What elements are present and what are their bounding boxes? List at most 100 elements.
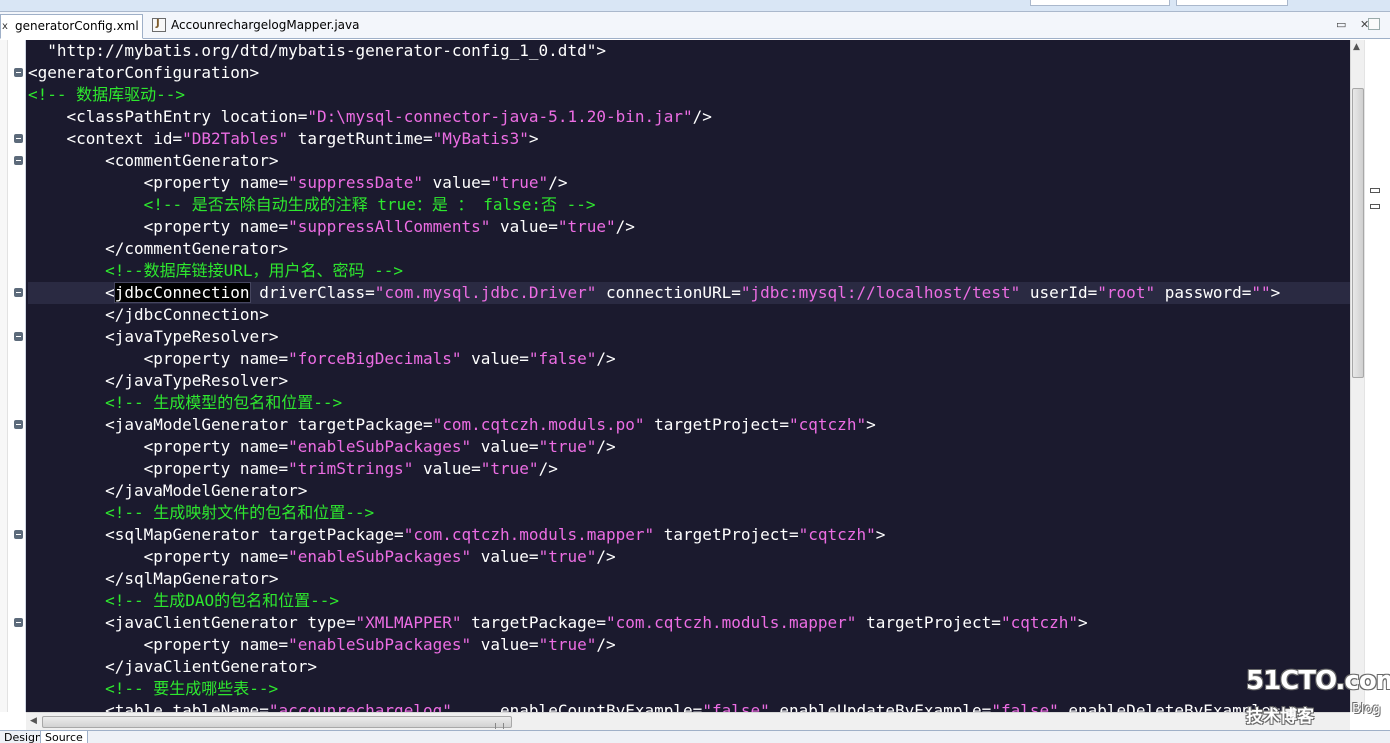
code-line[interactable]: <property name="suppressDate" value="tru… xyxy=(28,172,1350,194)
code-token: "true" xyxy=(490,173,549,192)
code-line[interactable]: <!-- 生成DAO的包名和位置--> xyxy=(28,590,1350,612)
code-line[interactable]: <commentGenerator> xyxy=(28,150,1350,172)
fold-toggle-icon[interactable] xyxy=(14,618,23,627)
code-line[interactable]: <!-- 生成映射文件的包名和位置--> xyxy=(28,502,1350,524)
overview-marker[interactable] xyxy=(1370,204,1380,209)
code-line[interactable]: </jdbcConnection> xyxy=(28,304,1350,326)
overview-ruler xyxy=(1364,40,1390,712)
code-token: <sqlMapGenerator xyxy=(28,525,260,544)
code-token: <property xyxy=(28,349,231,368)
code-token: name= xyxy=(230,173,289,192)
code-line[interactable]: <jdbcConnection driverClass="com.mysql.j… xyxy=(28,282,1350,304)
toolbar-field-2[interactable] xyxy=(1176,0,1288,6)
code-line[interactable]: <!-- 生成模型的包名和位置--> xyxy=(28,392,1350,414)
watermark: 51CTO.com 技术博客 Blog xyxy=(1240,662,1390,730)
code-token: "jdbc:mysql://localhost/test" xyxy=(740,283,1021,302)
code-token: < xyxy=(28,283,115,302)
code-token: </commentGenerator> xyxy=(28,239,289,258)
code-token: "D:\mysql-connector-java-5.1.20-bin.jar" xyxy=(307,107,693,126)
code-token: targetProject= xyxy=(856,613,1001,632)
tab-generatorconfig[interactable]: x generatorConfig.xml xyxy=(0,14,143,39)
horizontal-scroll-thumb[interactable] xyxy=(42,716,512,729)
code-line[interactable]: <property name="enableSubPackages" value… xyxy=(28,634,1350,656)
code-token: "accounrechargelog" xyxy=(268,701,452,712)
code-line[interactable]: </javaClientGenerator> xyxy=(28,656,1350,678)
code-area[interactable]: "http://mybatis.org/dtd/mybatis-generato… xyxy=(28,40,1350,712)
code-token: <table xyxy=(28,701,163,712)
code-line[interactable]: <javaTypeResolver> xyxy=(28,326,1350,348)
editor-mode-tabs: Design Source xyxy=(0,730,1390,743)
code-token: "cqtczh" xyxy=(1000,613,1078,632)
code-token: driverClass= xyxy=(249,283,375,302)
code-line[interactable]: <context id="DB2Tables" targetRuntime="M… xyxy=(28,128,1350,150)
fold-toggle-icon[interactable] xyxy=(14,332,23,341)
fold-toggle-icon[interactable] xyxy=(14,420,23,429)
code-token: "true" xyxy=(538,437,597,456)
code-token: connectionURL= xyxy=(596,283,741,302)
code-line[interactable]: <property name="suppressAllComments" val… xyxy=(28,216,1350,238)
scroll-up-icon[interactable]: ▲ xyxy=(1353,42,1360,52)
fold-toggle-icon[interactable] xyxy=(14,156,23,165)
code-line[interactable]: <generatorConfiguration> xyxy=(28,62,1350,84)
code-line[interactable]: <!-- 要生成哪些表--> xyxy=(28,678,1350,700)
code-token: value= xyxy=(461,349,529,368)
code-token: name= xyxy=(230,547,289,566)
restore-icon[interactable]: ▭ xyxy=(1336,18,1346,31)
code-line[interactable]: <table tableName="accounrechargelog" ena… xyxy=(28,700,1350,712)
code-token: <context xyxy=(28,129,144,148)
tab-accounrechargelogmapper[interactable]: AccounrechargelogMapper.java xyxy=(147,14,359,39)
code-token: > xyxy=(866,415,876,434)
fold-toggle-icon[interactable] xyxy=(14,134,23,143)
fold-toggle-icon[interactable] xyxy=(14,530,23,539)
code-token: </sqlMapGenerator> xyxy=(28,569,279,588)
fold-toggle-icon[interactable] xyxy=(14,68,23,77)
code-token: </javaTypeResolver> xyxy=(28,371,289,390)
code-line[interactable]: </sqlMapGenerator> xyxy=(28,568,1350,590)
code-token: targetPackage= xyxy=(461,613,606,632)
code-token: <!-- 数据库驱动--> xyxy=(28,85,186,104)
close-icon[interactable]: x xyxy=(2,15,8,38)
code-token: type= xyxy=(297,613,356,632)
code-line[interactable]: "http://mybatis.org/dtd/mybatis-generato… xyxy=(28,40,1350,62)
code-line[interactable]: <property name="forceBigDecimals" value=… xyxy=(28,348,1350,370)
code-token: /> xyxy=(538,459,558,478)
toolbar-field[interactable] xyxy=(1030,0,1170,6)
code-token: targetPackage= xyxy=(259,525,404,544)
code-token: "cqtczh" xyxy=(798,525,876,544)
code-token: "com.cqtczh.moduls.mapper" xyxy=(403,525,655,544)
code-line[interactable]: </javaTypeResolver> xyxy=(28,370,1350,392)
code-line[interactable]: </javaModelGenerator> xyxy=(28,480,1350,502)
code-line[interactable]: <javaModelGenerator targetPackage="com.c… xyxy=(28,414,1350,436)
code-token: "MyBatis3" xyxy=(432,129,529,148)
code-line[interactable]: </commentGenerator> xyxy=(28,238,1350,260)
code-token: enableCountByExample= xyxy=(451,701,703,712)
code-line[interactable]: <javaClientGenerator type="XMLMAPPER" ta… xyxy=(28,612,1350,634)
code-line[interactable]: <property name="trimStrings" value="true… xyxy=(28,458,1350,480)
code-token: "false" xyxy=(991,701,1059,712)
code-token: name= xyxy=(230,635,289,654)
code-token: <!-- 生成模型的包名和位置--> xyxy=(28,393,343,412)
vertical-scrollbar[interactable]: ▲ xyxy=(1350,40,1364,712)
code-line[interactable]: <!-- 是否去除自动生成的注释 true：是 ： false:否 --> xyxy=(28,194,1350,216)
code-line[interactable]: <sqlMapGenerator targetPackage="com.cqtc… xyxy=(28,524,1350,546)
code-token: name= xyxy=(230,217,289,236)
overview-marker[interactable] xyxy=(1370,188,1380,193)
code-token: <property xyxy=(28,459,231,478)
code-token: "enableSubPackages" xyxy=(288,437,472,456)
fold-toggle-icon[interactable] xyxy=(14,288,23,297)
code-line[interactable]: <!-- 数据库驱动--> xyxy=(28,84,1350,106)
code-token: "com.mysql.jdbc.Driver" xyxy=(374,283,597,302)
tab-source[interactable]: Source xyxy=(40,731,88,743)
xml-editor[interactable]: "http://mybatis.org/dtd/mybatis-generato… xyxy=(0,40,1350,712)
code-line[interactable]: <!--数据库链接URL，用户名、密码 --> xyxy=(28,260,1350,282)
code-token: "http://mybatis.org/dtd/mybatis-generato… xyxy=(28,41,606,60)
code-line[interactable]: <property name="enableSubPackages" value… xyxy=(28,546,1350,568)
vertical-scroll-thumb[interactable] xyxy=(1352,88,1364,378)
code-line[interactable]: <classPathEntry location="D:\mysql-conne… xyxy=(28,106,1350,128)
code-line[interactable]: <property name="enableSubPackages" value… xyxy=(28,436,1350,458)
code-token: password= xyxy=(1155,283,1252,302)
scroll-left-icon[interactable]: ◀ xyxy=(30,716,37,726)
code-token: "suppressDate" xyxy=(288,173,423,192)
code-token: > xyxy=(528,129,539,148)
horizontal-scrollbar[interactable]: ◀ xyxy=(26,712,1350,730)
